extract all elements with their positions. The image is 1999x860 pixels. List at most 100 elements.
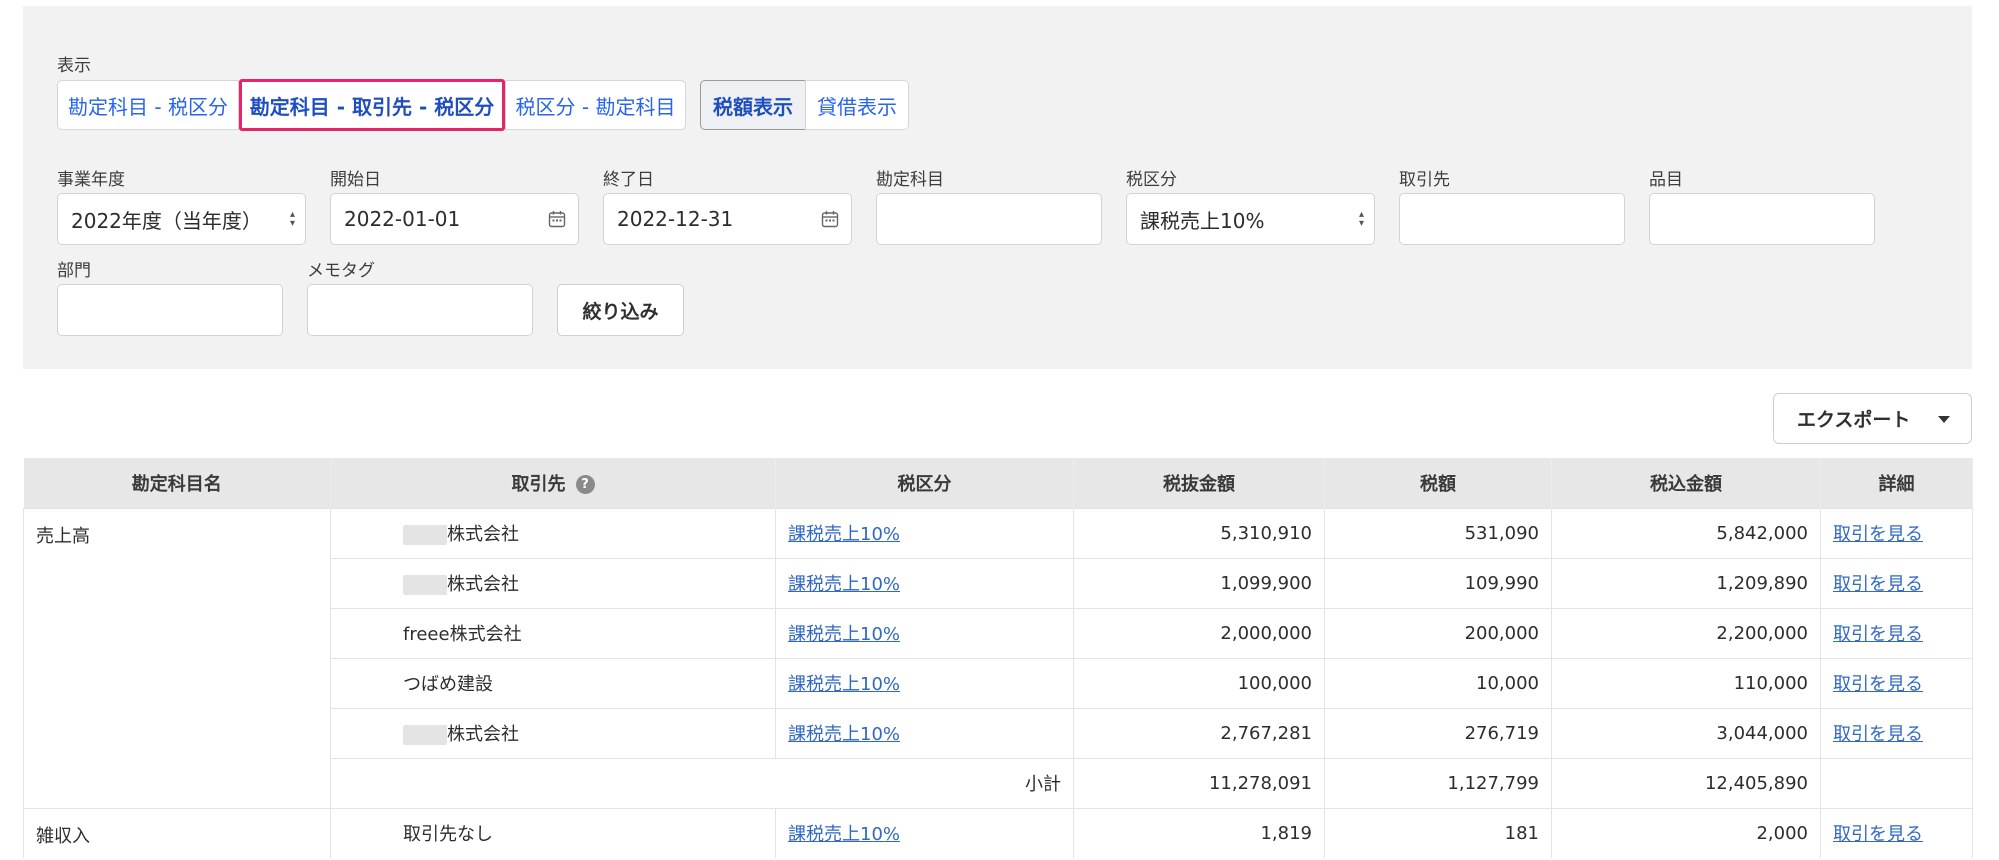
department-input[interactable] [57, 284, 283, 336]
tab-debit-credit-display[interactable]: 貸借表示 [805, 80, 909, 130]
view-transactions-link[interactable]: 取引を見る [1833, 574, 1923, 595]
department-label: 部門 [57, 261, 91, 281]
net-amount: 5,310,910 [1073, 507, 1325, 558]
view-transactions-link[interactable]: 取引を見る [1833, 524, 1923, 545]
select-arrows-icon: ▴ ▾ [289, 209, 295, 229]
detail-cell [1820, 757, 1973, 808]
col-header-partner[interactable]: 取引先? [330, 458, 776, 508]
table-row: 売上高 株式会社 課税売上10% 5,310,910 531,090 5,842… [23, 507, 1973, 808]
subtotal-tax-amount: 1,127,799 [1324, 757, 1552, 808]
tax-category-cell: 課税売上10% [775, 707, 1074, 758]
partner-name: 株式会社 [330, 557, 776, 608]
partner-name: 株式会社 [330, 507, 776, 558]
detail-cell: 取引を見る [1820, 557, 1973, 608]
calendar-icon[interactable] [821, 210, 839, 228]
memo-tag-label: メモタグ [307, 261, 375, 281]
subtotal-net-amount: 11,278,091 [1073, 757, 1325, 808]
tab-tax-account[interactable]: 税区分 - 勘定科目 [505, 80, 686, 130]
display-label: 表示 [57, 56, 91, 76]
tax-amount: 276,719 [1324, 707, 1552, 758]
col-header-account[interactable]: 勘定科目名 [23, 458, 331, 508]
tax-category-value: 課税売上10% [1140, 208, 1265, 233]
net-amount: 100,000 [1073, 657, 1325, 708]
start-date-label: 開始日 [330, 170, 381, 190]
partner-name: freee株式会社 [330, 607, 776, 658]
col-header-tax-amount[interactable]: 税額 [1324, 458, 1552, 508]
end-date-input[interactable]: 2022-12-31 [603, 193, 852, 245]
start-date-value: 2022-01-01 [344, 207, 461, 231]
account-input[interactable] [876, 193, 1102, 245]
tax-amount: 181 [1324, 807, 1552, 858]
gross-amount: 3,044,000 [1551, 707, 1821, 758]
tax-category-cell: 課税売上10% [775, 657, 1074, 708]
tax-category-cell: 課税売上10% [775, 607, 1074, 658]
net-amount: 2,000,000 [1073, 607, 1325, 658]
masked-text [403, 575, 447, 595]
partner-label: 取引先 [1399, 170, 1450, 190]
fiscal-year-value: 2022年度（当年度） [71, 208, 262, 233]
tab-tax-amount-display[interactable]: 税額表示 [700, 80, 806, 130]
fiscal-year-select[interactable]: 2022年度（当年度） ▴ ▾ [57, 193, 306, 245]
export-label: エクスポート [1797, 409, 1911, 431]
tab-account-partner-tax[interactable]: 勘定科目 - 取引先 - 税区分 [239, 79, 505, 131]
tax-amount: 531,090 [1324, 507, 1552, 558]
detail-cell: 取引を見る [1820, 507, 1973, 558]
filter-button[interactable]: 絞り込み [557, 284, 684, 336]
account-name: 売上高 [23, 507, 331, 808]
memo-tag-input[interactable] [307, 284, 533, 336]
calendar-icon[interactable] [548, 210, 566, 228]
table-row: 雑収入 取引先なし 課税売上10% 1,819 181 2,000 取引を見る [23, 807, 1973, 858]
tax-category-select[interactable]: 課税売上10% ▴ ▾ [1126, 193, 1375, 245]
view-transactions-link[interactable]: 取引を見る [1833, 724, 1923, 745]
col-header-net-amount[interactable]: 税抜金額 [1073, 458, 1325, 508]
table-header-row: 勘定科目名 取引先? 税区分 税抜金額 税額 税込金額 詳細 [23, 458, 1973, 508]
col-header-gross-amount[interactable]: 税込金額 [1551, 458, 1821, 508]
select-arrows-icon: ▴ ▾ [1358, 209, 1364, 229]
view-transactions-link[interactable]: 取引を見る [1833, 674, 1923, 695]
partner-name: 取引先なし [330, 807, 776, 858]
caret-down-icon [1938, 416, 1950, 423]
detail-cell: 取引を見る [1820, 807, 1973, 858]
tax-amount: 200,000 [1324, 607, 1552, 658]
partner-input[interactable] [1399, 193, 1625, 245]
subtotal-gross-amount: 12,405,890 [1551, 757, 1821, 808]
tab-account-tax[interactable]: 勘定科目 - 税区分 [57, 80, 239, 130]
masked-text [403, 525, 447, 545]
net-amount: 1,099,900 [1073, 557, 1325, 608]
detail-cell: 取引を見る [1820, 607, 1973, 658]
tax-category-link[interactable]: 課税売上10% [788, 824, 900, 845]
tax-category-cell: 課税売上10% [775, 507, 1074, 558]
net-amount: 2,767,281 [1073, 707, 1325, 758]
tax-category-link[interactable]: 課税売上10% [788, 724, 900, 745]
gross-amount: 2,000 [1551, 807, 1821, 858]
gross-amount: 2,200,000 [1551, 607, 1821, 658]
question-circle-icon[interactable]: ? [575, 475, 595, 495]
gross-amount: 110,000 [1551, 657, 1821, 708]
tax-category-cell: 課税売上10% [775, 557, 1074, 608]
col-header-partner-label: 取引先 [511, 473, 566, 495]
item-input[interactable] [1649, 193, 1875, 245]
end-date-value: 2022-12-31 [617, 207, 734, 231]
tax-amount: 109,990 [1324, 557, 1552, 608]
col-header-detail: 詳細 [1820, 458, 1973, 508]
detail-cell: 取引を見る [1820, 657, 1973, 708]
start-date-input[interactable]: 2022-01-01 [330, 193, 579, 245]
fiscal-year-label: 事業年度 [57, 170, 125, 190]
item-label: 品目 [1649, 170, 1683, 190]
col-header-tax-category[interactable]: 税区分 [775, 458, 1074, 508]
tax-category-link[interactable]: 課税売上10% [788, 524, 900, 545]
export-dropdown-button[interactable]: エクスポート [1773, 393, 1972, 444]
tax-category-link[interactable]: 課税売上10% [788, 624, 900, 645]
view-transactions-link[interactable]: 取引を見る [1833, 824, 1923, 845]
tax-category-cell: 課税売上10% [775, 807, 1074, 858]
net-amount: 1,819 [1073, 807, 1325, 858]
detail-cell: 取引を見る [1820, 707, 1973, 758]
partner-name: つばめ建設 [330, 657, 776, 708]
tax-category-link[interactable]: 課税売上10% [788, 674, 900, 695]
tax-category-link[interactable]: 課税売上10% [788, 574, 900, 595]
view-transactions-link[interactable]: 取引を見る [1833, 624, 1923, 645]
report-table: 勘定科目名 取引先? 税区分 税抜金額 税額 税込金額 詳細 売上高 株式会社 … [23, 458, 1973, 858]
subtotal-label: 小計 [330, 757, 1074, 808]
account-label: 勘定科目 [876, 170, 944, 190]
partner-name: 株式会社 [330, 707, 776, 758]
